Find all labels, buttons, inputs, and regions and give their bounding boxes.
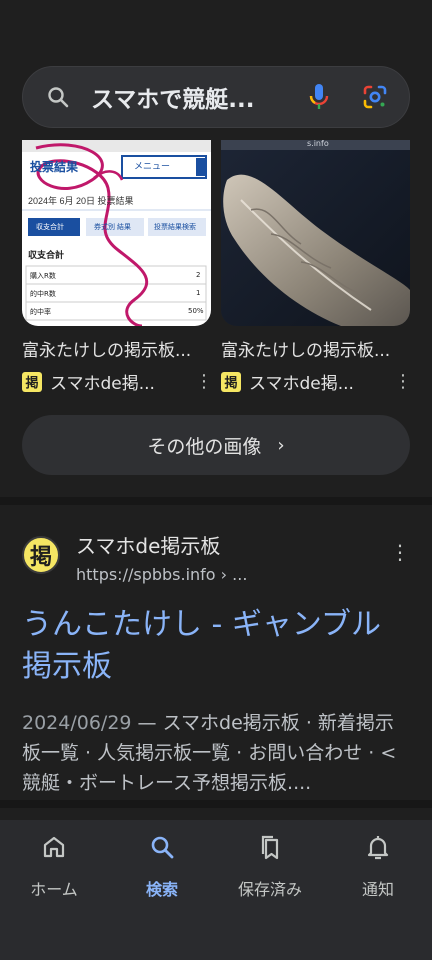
image-title[interactable]: 富永たけしの掲示板... bbox=[22, 336, 211, 361]
thumb-row-2-value: 1 bbox=[196, 289, 201, 297]
search-icon bbox=[45, 84, 71, 110]
thumb-tab-3: 投票結果検索 bbox=[154, 224, 196, 231]
chevron-right-icon: › bbox=[277, 434, 285, 456]
bottom-nav: ホーム 検索 保存済み 通知 bbox=[0, 820, 432, 960]
section-divider bbox=[0, 497, 432, 505]
search-icon bbox=[149, 832, 175, 862]
site-badge-icon: 掲 bbox=[221, 371, 241, 392]
mic-icon[interactable] bbox=[305, 82, 333, 112]
google-lens-icon[interactable] bbox=[361, 83, 389, 111]
nav-search-label: 検索 bbox=[145, 880, 178, 899]
nav-search[interactable]: 検索 bbox=[108, 832, 216, 960]
site-badge-icon: 掲 bbox=[22, 371, 42, 392]
more-images-button[interactable]: その他の画像 › bbox=[22, 415, 410, 475]
nav-saved-label: 保存済み bbox=[237, 880, 302, 899]
nav-notifications[interactable]: 通知 bbox=[324, 832, 432, 960]
section-divider bbox=[0, 800, 432, 808]
result-site-name[interactable]: スマホde掲示板 bbox=[76, 530, 390, 559]
more-options-icon[interactable]: ⋮ bbox=[394, 371, 412, 392]
site-favicon-icon: 掲 bbox=[22, 536, 60, 574]
image-title[interactable]: 富永たけしの掲示板... bbox=[221, 336, 410, 361]
result-snippet: 2024/06/29 — スマホde掲示板 · 新着掲示板一覧 · 人気掲示板一… bbox=[22, 708, 410, 798]
image-source[interactable]: スマホde掲... bbox=[50, 369, 195, 394]
more-options-icon[interactable]: ⋮ bbox=[195, 371, 213, 392]
home-icon bbox=[41, 832, 67, 862]
more-options-icon[interactable]: ⋮ bbox=[390, 540, 410, 564]
nav-home[interactable]: ホーム bbox=[0, 832, 108, 960]
nav-notifications-label: 通知 bbox=[361, 880, 394, 899]
search-bar[interactable]: スマホで競艇... bbox=[22, 66, 410, 128]
thumb-row-1-value: 2 bbox=[196, 271, 201, 279]
nav-home-label: ホーム bbox=[30, 880, 78, 899]
result-date: 2024/06/29 bbox=[22, 712, 132, 734]
thumb-row-1-label: 購入R数 bbox=[30, 272, 56, 280]
search-query[interactable]: スマホで競艇... bbox=[91, 80, 305, 114]
nav-saved[interactable]: 保存済み bbox=[216, 832, 324, 960]
thumb-date: 2024年 6月 20日 投票結果 bbox=[28, 196, 134, 206]
web-result: 掲 スマホde掲示板 https://spbbs.info › ... ⋮ うん… bbox=[22, 530, 410, 798]
image-result-card[interactable]: メニュー 投票結果 2024年 6月 20日 投票結果 収支合計 券式別 結果 … bbox=[22, 140, 213, 394]
image-thumbnail[interactable]: s.info bbox=[221, 140, 410, 326]
image-source[interactable]: スマホde掲... bbox=[249, 369, 394, 394]
image-results: メニュー 投票結果 2024年 6月 20日 投票結果 収支合計 券式別 結果 … bbox=[22, 140, 412, 394]
thumb-heading: 投票結果 bbox=[30, 160, 79, 174]
more-images-label: その他の画像 bbox=[147, 435, 262, 458]
thumb-row-3-value: 50% bbox=[188, 307, 204, 315]
thumb-caption: s.info bbox=[307, 140, 329, 148]
saved-icon bbox=[257, 832, 283, 862]
result-url[interactable]: https://spbbs.info › ... bbox=[76, 565, 390, 584]
result-title-link[interactable]: うんこたけし - ギャンブル掲示板 bbox=[22, 604, 410, 688]
thumb-section: 収支合計 bbox=[28, 250, 65, 260]
thumb-menu-text: メニュー bbox=[134, 161, 171, 171]
image-thumbnail[interactable]: メニュー 投票結果 2024年 6月 20日 投票結果 収支合計 券式別 結果 … bbox=[22, 140, 211, 326]
image-result-card[interactable]: s.info 富永たけしの掲示板... 掲 スマホde掲... ⋮ bbox=[221, 140, 412, 394]
bell-icon bbox=[365, 832, 391, 862]
thumb-tab-1: 収支合計 bbox=[36, 224, 64, 231]
thumb-row-3-label: 的中率 bbox=[30, 308, 51, 316]
thumb-row-2-label: 的中R数 bbox=[30, 290, 56, 298]
thumb-tab-2: 券式別 結果 bbox=[94, 224, 131, 231]
